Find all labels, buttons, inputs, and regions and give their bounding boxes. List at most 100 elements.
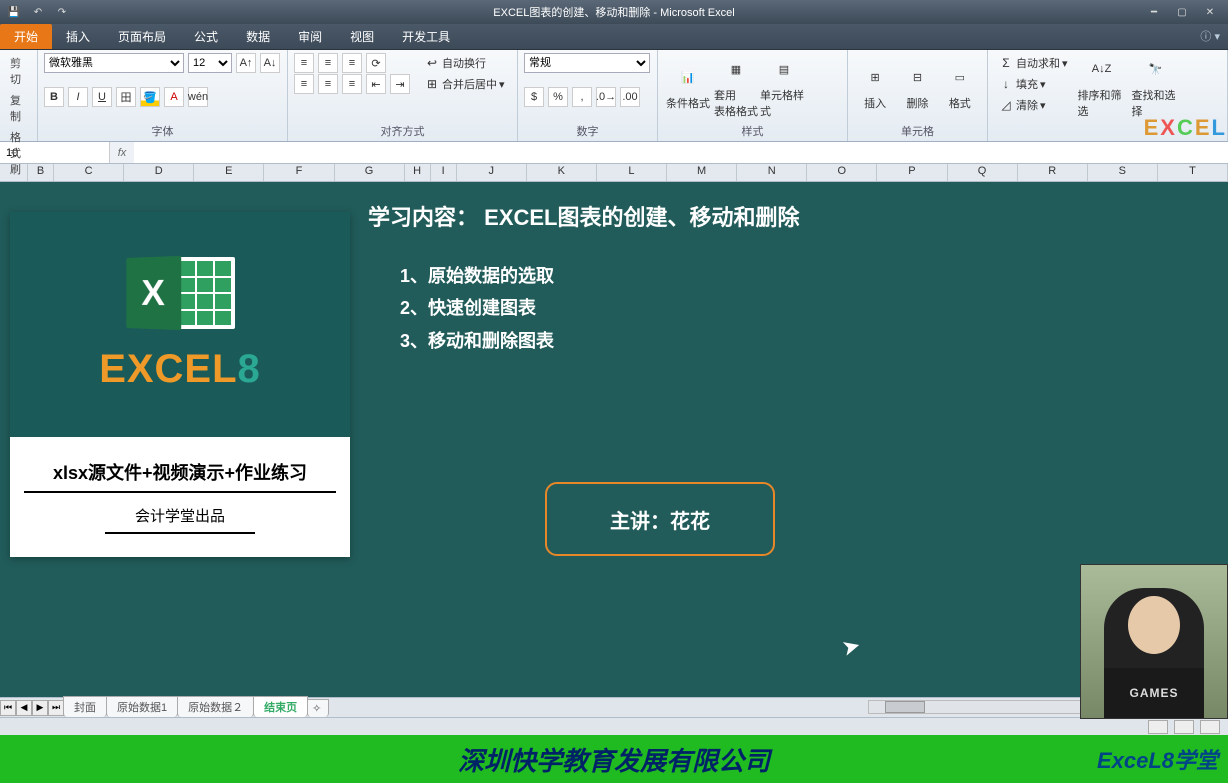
sheet-nav-last[interactable]: ⏭ [48, 700, 64, 716]
phonetic-button[interactable]: wén [188, 87, 208, 107]
status-bar [0, 717, 1228, 735]
tab-data[interactable]: 数据 [232, 24, 284, 49]
col-B[interactable]: B [28, 164, 54, 181]
tab-home[interactable]: 开始 [0, 24, 52, 49]
maximize-button[interactable]: ▢ [1168, 3, 1196, 21]
find-select-button[interactable]: 🔭查找和选择 [1132, 53, 1180, 119]
tab-insert[interactable]: 插入 [52, 24, 104, 49]
col-D[interactable]: D [124, 164, 194, 181]
minimize-button[interactable]: ━ [1140, 3, 1168, 21]
formula-bar: 10 fx [0, 142, 1228, 164]
border-button[interactable]: 田 [116, 87, 136, 107]
col-L[interactable]: L [597, 164, 667, 181]
align-top-icon[interactable]: ≡ [294, 53, 314, 73]
indent-dec-icon[interactable]: ⇤ [366, 74, 386, 94]
currency-icon[interactable]: $ [524, 87, 544, 107]
col-O[interactable]: O [807, 164, 877, 181]
format-as-table-button[interactable]: ▦套用 表格格式 [712, 53, 760, 119]
shrink-font-icon[interactable]: A↓ [260, 53, 280, 73]
sheet-nav-next[interactable]: ▶ [32, 700, 48, 716]
font-name-select[interactable]: 微软雅黑 [44, 53, 184, 73]
clear-button[interactable]: ◿清除 ▾ [994, 95, 1072, 115]
formula-input[interactable] [134, 142, 1228, 163]
merge-center-button[interactable]: ⊞合并后居中 ▾ [420, 74, 509, 94]
scrollbar-thumb[interactable] [885, 701, 925, 713]
col-T[interactable]: T [1158, 164, 1228, 181]
view-pagelayout-icon[interactable] [1174, 720, 1194, 734]
col-C[interactable]: C [54, 164, 124, 181]
col-M[interactable]: M [667, 164, 737, 181]
tab-formulas[interactable]: 公式 [180, 24, 232, 49]
sort-filter-icon: A↓Z [1086, 53, 1118, 85]
indent-inc-icon[interactable]: ⇥ [390, 74, 410, 94]
sheet-nav-first[interactable]: ⏮ [0, 700, 16, 716]
format-cells-button[interactable]: ▭格式 [939, 53, 981, 119]
sort-filter-button[interactable]: A↓Z排序和筛选 [1078, 53, 1126, 119]
qat-redo-icon[interactable]: ↷ [52, 3, 72, 21]
fx-icon[interactable]: fx [110, 147, 134, 159]
cell-styles-button[interactable]: ▤单元格样式 [760, 53, 808, 119]
align-center-icon[interactable]: ≡ [318, 74, 338, 94]
copy-button[interactable]: 复制 [6, 90, 31, 126]
qat-save-icon[interactable]: 💾 [4, 3, 24, 21]
view-pagebreak-icon[interactable] [1200, 720, 1220, 734]
col-J[interactable]: J [457, 164, 527, 181]
tab-review[interactable]: 审阅 [284, 24, 336, 49]
underline-button[interactable]: U [92, 87, 112, 107]
col-I[interactable]: I [431, 164, 457, 181]
dec-decimal-icon[interactable]: .00 [620, 87, 640, 107]
font-color-button[interactable]: A [164, 87, 184, 107]
ribbon-help-icon[interactable]: ⓘ ▾ [1200, 28, 1220, 44]
fill-button[interactable]: ↓填充 ▾ [994, 74, 1072, 94]
ribbon-group-font: 微软雅黑 12 A↑ A↓ B I U 田 🪣 A wén 字体 [38, 50, 288, 141]
col-H[interactable]: H [405, 164, 431, 181]
col-N[interactable]: N [737, 164, 807, 181]
title-bar: 💾 ↶ ↷ EXCEL图表的创建、移动和删除 - Microsoft Excel… [0, 0, 1228, 24]
align-bottom-icon[interactable]: ≡ [342, 53, 362, 73]
col-E[interactable]: E [194, 164, 264, 181]
col-K[interactable]: K [527, 164, 597, 181]
tab-pagelayout[interactable]: 页面布局 [104, 24, 180, 49]
sheet-tab-data1[interactable]: 原始数据1 [106, 696, 178, 717]
sheet-nav-prev[interactable]: ◀ [16, 700, 32, 716]
orientation-icon[interactable]: ⟳ [366, 53, 386, 73]
format-painter-button[interactable]: 格式刷 [6, 127, 31, 179]
sheet-content[interactable]: X EXCEL8 xlsx源文件+视频演示+作业练习 会计学堂出品 学习内容： … [0, 182, 1228, 697]
tab-view[interactable]: 视图 [336, 24, 388, 49]
col-G[interactable]: G [335, 164, 405, 181]
col-S[interactable]: S [1088, 164, 1158, 181]
sheet-tab-cover[interactable]: 封面 [63, 696, 107, 717]
insert-cells-button[interactable]: ⊞插入 [854, 53, 896, 119]
sheet-tab-new[interactable]: ✧ [307, 699, 329, 717]
conditional-formatting-button[interactable]: 📊条件格式 [664, 53, 712, 119]
col-P[interactable]: P [877, 164, 947, 181]
close-button[interactable]: ✕ [1196, 3, 1224, 21]
tab-developer[interactable]: 开发工具 [388, 24, 464, 49]
percent-icon[interactable]: % [548, 87, 568, 107]
col-Q[interactable]: Q [948, 164, 1018, 181]
comma-icon[interactable]: , [572, 87, 592, 107]
wrap-text-button[interactable]: ↩自动换行 [420, 53, 509, 73]
fill-color-button[interactable]: 🪣 [140, 87, 160, 107]
inc-decimal-icon[interactable]: .0→ [596, 87, 616, 107]
align-left-icon[interactable]: ≡ [294, 74, 314, 94]
speaker-box: 主讲：花花 [545, 482, 775, 556]
cut-button[interactable]: 剪切 [6, 53, 31, 89]
delete-cells-button[interactable]: ⊟删除 [896, 53, 938, 119]
sheet-tab-data2[interactable]: 原始数据２ [177, 696, 254, 717]
autosum-button[interactable]: Σ自动求和 ▾ [994, 53, 1072, 73]
align-right-icon[interactable]: ≡ [342, 74, 362, 94]
number-format-select[interactable]: 常规 [524, 53, 650, 73]
wrap-icon: ↩ [424, 55, 440, 71]
view-normal-icon[interactable] [1148, 720, 1168, 734]
sheet-tab-end[interactable]: 结束页 [253, 696, 308, 717]
col-F[interactable]: F [264, 164, 334, 181]
font-size-select[interactable]: 12 [188, 53, 232, 73]
fill-icon: ↓ [998, 76, 1014, 92]
qat-undo-icon[interactable]: ↶ [28, 3, 48, 21]
align-middle-icon[interactable]: ≡ [318, 53, 338, 73]
bold-button[interactable]: B [44, 87, 64, 107]
grow-font-icon[interactable]: A↑ [236, 53, 256, 73]
col-R[interactable]: R [1018, 164, 1088, 181]
italic-button[interactable]: I [68, 87, 88, 107]
